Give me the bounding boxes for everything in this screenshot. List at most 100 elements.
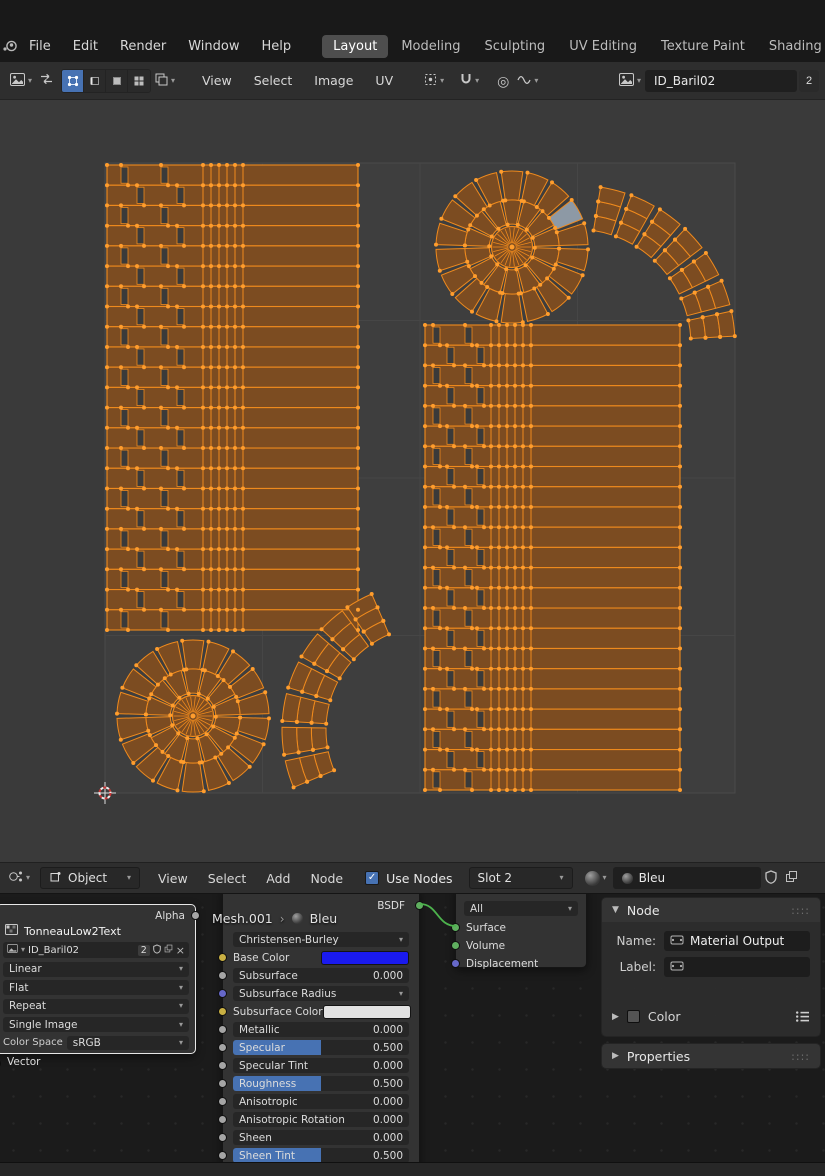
bsdf-input-subsurface-color[interactable]: Subsurface Color	[233, 1004, 409, 1019]
color-swatch[interactable]	[323, 1005, 411, 1019]
workspace-tab-layout[interactable]: Layout	[322, 35, 388, 58]
socket-vector-input[interactable]	[0, 1059, 1, 1068]
uv-editor-menu-uv[interactable]: UV	[364, 73, 404, 88]
pivot-point-dropdown[interactable]: ▾	[420, 69, 448, 93]
image-browse-dropdown[interactable]: ▾	[615, 69, 645, 93]
color-subpanel-header[interactable]: ▶ Color	[612, 1009, 810, 1024]
bsdf-input-specular-tint[interactable]: Specular Tint0.000	[233, 1058, 409, 1073]
presets-list-icon[interactable]	[795, 1010, 810, 1023]
editor-type-dropdown[interactable]: ▾	[6, 69, 36, 93]
editor-type-dropdown[interactable]: ▾	[4, 866, 34, 890]
uv-select-edge-button[interactable]	[84, 70, 106, 92]
material-slot-dropdown[interactable]: Slot 2 ▾	[469, 867, 573, 889]
shader-type-dropdown[interactable]: Object ▾	[40, 867, 140, 889]
socket-yellow-input[interactable]	[218, 1007, 227, 1016]
fake-user-shield-button[interactable]	[761, 866, 781, 890]
uv-editor-menu-select[interactable]: Select	[243, 73, 304, 88]
uv-select-vertex-button[interactable]	[62, 70, 84, 92]
image-node-header[interactable]: TonneauLow2Text	[5, 924, 187, 938]
bsdf-input-sheen[interactable]: Sheen0.000	[233, 1130, 409, 1145]
proportional-falloff-dropdown[interactable]: ▾	[513, 69, 542, 93]
socket-alpha-output[interactable]	[191, 911, 200, 920]
workspace-tab-uv-editing[interactable]: UV Editing	[558, 35, 648, 58]
sticky-selection-dropdown[interactable]: ▾	[151, 69, 179, 93]
principled-bsdf-node[interactable]: BSDF Christensen-Burley ▾ Base ColorSubs…	[222, 894, 420, 1162]
socket-yellow-input[interactable]	[218, 953, 227, 962]
image-users-count[interactable]: 2	[138, 945, 150, 956]
node-name-field[interactable]: Material Output	[664, 931, 810, 951]
panel-grip-icon[interactable]: ::::	[791, 1050, 810, 1063]
socket-green-input[interactable]	[451, 923, 460, 932]
socket-grey-input[interactable]	[218, 1115, 227, 1124]
workspace-tab-sculpting[interactable]: Sculpting	[473, 35, 556, 58]
proportional-editing-toggle[interactable]: ◎	[493, 69, 513, 93]
bsdf-input-specular[interactable]: Specular0.500	[233, 1040, 409, 1055]
uv-editor-viewport[interactable]	[0, 100, 825, 862]
socket-grey-input[interactable]	[218, 1061, 227, 1070]
uv-editor-menu-image[interactable]: Image	[303, 73, 364, 88]
image-node-select-single-image[interactable]: Single Image▾	[3, 1017, 189, 1032]
topbar-menu-file[interactable]: File	[18, 39, 62, 54]
topbar-menu-edit[interactable]: Edit	[62, 39, 109, 54]
bsdf-input-anisotropic[interactable]: Anisotropic0.000	[233, 1094, 409, 1109]
uv-sync-selection-toggle[interactable]	[36, 69, 57, 93]
shield-icon[interactable]	[153, 944, 161, 957]
output-input-displacement[interactable]: Displacement	[466, 956, 576, 971]
shader-editor-menu-node[interactable]: Node	[300, 871, 353, 886]
topbar-menu-help[interactable]: Help	[251, 39, 303, 54]
image-users-count[interactable]: 2	[799, 70, 819, 92]
output-input-volume[interactable]: Volume	[466, 938, 576, 953]
node-panel-header[interactable]: ▼ Node ::::	[602, 898, 820, 922]
material-output-node[interactable]: All ▾ Surface Volume Displacement	[455, 894, 587, 968]
output-input-surface[interactable]: Surface	[466, 920, 576, 935]
image-node-select-flat[interactable]: Flat▾	[3, 980, 189, 995]
image-datablock-selector[interactable]: ▾ ID_Baril02 2 ×	[3, 942, 189, 958]
bsdf-input-roughness[interactable]: Roughness0.500	[233, 1076, 409, 1091]
bsdf-input-anisotropic-rotation[interactable]: Anisotropic Rotation0.000	[233, 1112, 409, 1127]
shader-editor-menu-select[interactable]: Select	[198, 871, 257, 886]
material-name-field[interactable]: Bleu	[613, 867, 761, 889]
color-checkbox[interactable]	[627, 1010, 640, 1023]
socket-purple-input[interactable]	[451, 959, 460, 968]
snap-toggle[interactable]: ▾	[456, 69, 483, 93]
socket-purple-input[interactable]	[218, 989, 227, 998]
workspace-tab-shading[interactable]: Shading	[758, 35, 825, 58]
socket-bsdf-output[interactable]	[415, 901, 424, 910]
socket-grey-input[interactable]	[218, 1097, 227, 1106]
bsdf-input-subsurface-radius[interactable]: Subsurface Radius▾	[233, 986, 409, 1001]
uv-editor-menu-view[interactable]: View	[191, 73, 243, 88]
image-node-select-repeat[interactable]: Repeat▾	[3, 999, 189, 1014]
socket-grey-input[interactable]	[218, 1025, 227, 1034]
bsdf-input-sheen-tint[interactable]: Sheen Tint0.500	[233, 1148, 409, 1162]
shader-editor-menu-add[interactable]: Add	[256, 871, 300, 886]
copy-icon[interactable]	[164, 944, 173, 956]
use-nodes-checkbox[interactable]: ✓ Use Nodes	[365, 871, 452, 886]
socket-grey-input[interactable]	[218, 971, 227, 980]
unlink-icon[interactable]: ×	[176, 945, 185, 956]
color-swatch[interactable]	[321, 951, 409, 965]
subsurface-method-select[interactable]: Christensen-Burley ▾	[233, 932, 409, 947]
topbar-menu-window[interactable]: Window	[177, 39, 250, 54]
bsdf-input-base-color[interactable]: Base Color	[233, 950, 409, 965]
image-name-field[interactable]: ID_Baril02	[645, 70, 797, 92]
node-label-field[interactable]	[664, 957, 810, 977]
output-target-select[interactable]: All ▾	[464, 901, 578, 916]
workspace-tab-modeling[interactable]: Modeling	[390, 35, 471, 58]
socket-grey-input[interactable]	[218, 1133, 227, 1142]
material-browse-dropdown[interactable]: ▾	[581, 866, 611, 890]
bsdf-input-subsurface[interactable]: Subsurface0.000	[233, 968, 409, 983]
uv-select-face-button[interactable]	[106, 70, 128, 92]
bsdf-input-metallic[interactable]: Metallic0.000	[233, 1022, 409, 1037]
image-node-select-linear[interactable]: Linear▾	[3, 962, 189, 977]
socket-grey-input[interactable]	[218, 1079, 227, 1088]
properties-panel-header[interactable]: ▶ Properties ::::	[602, 1044, 820, 1068]
shader-node-editor[interactable]: Mesh.001 › Bleu Alpha TonneauLow2Text ▾ …	[0, 894, 825, 1162]
blender-logo-icon[interactable]	[2, 39, 18, 53]
image-texture-node[interactable]: Alpha TonneauLow2Text ▾ ID_Baril02 2 × L…	[0, 904, 196, 1054]
color-space-select[interactable]: sRGB ▾	[67, 1036, 189, 1050]
shader-editor-menu-view[interactable]: View	[148, 871, 198, 886]
socket-green-input[interactable]	[451, 941, 460, 950]
topbar-menu-render[interactable]: Render	[109, 39, 177, 54]
duplicate-material-button[interactable]	[781, 866, 802, 890]
uv-select-island-button[interactable]	[128, 70, 150, 92]
